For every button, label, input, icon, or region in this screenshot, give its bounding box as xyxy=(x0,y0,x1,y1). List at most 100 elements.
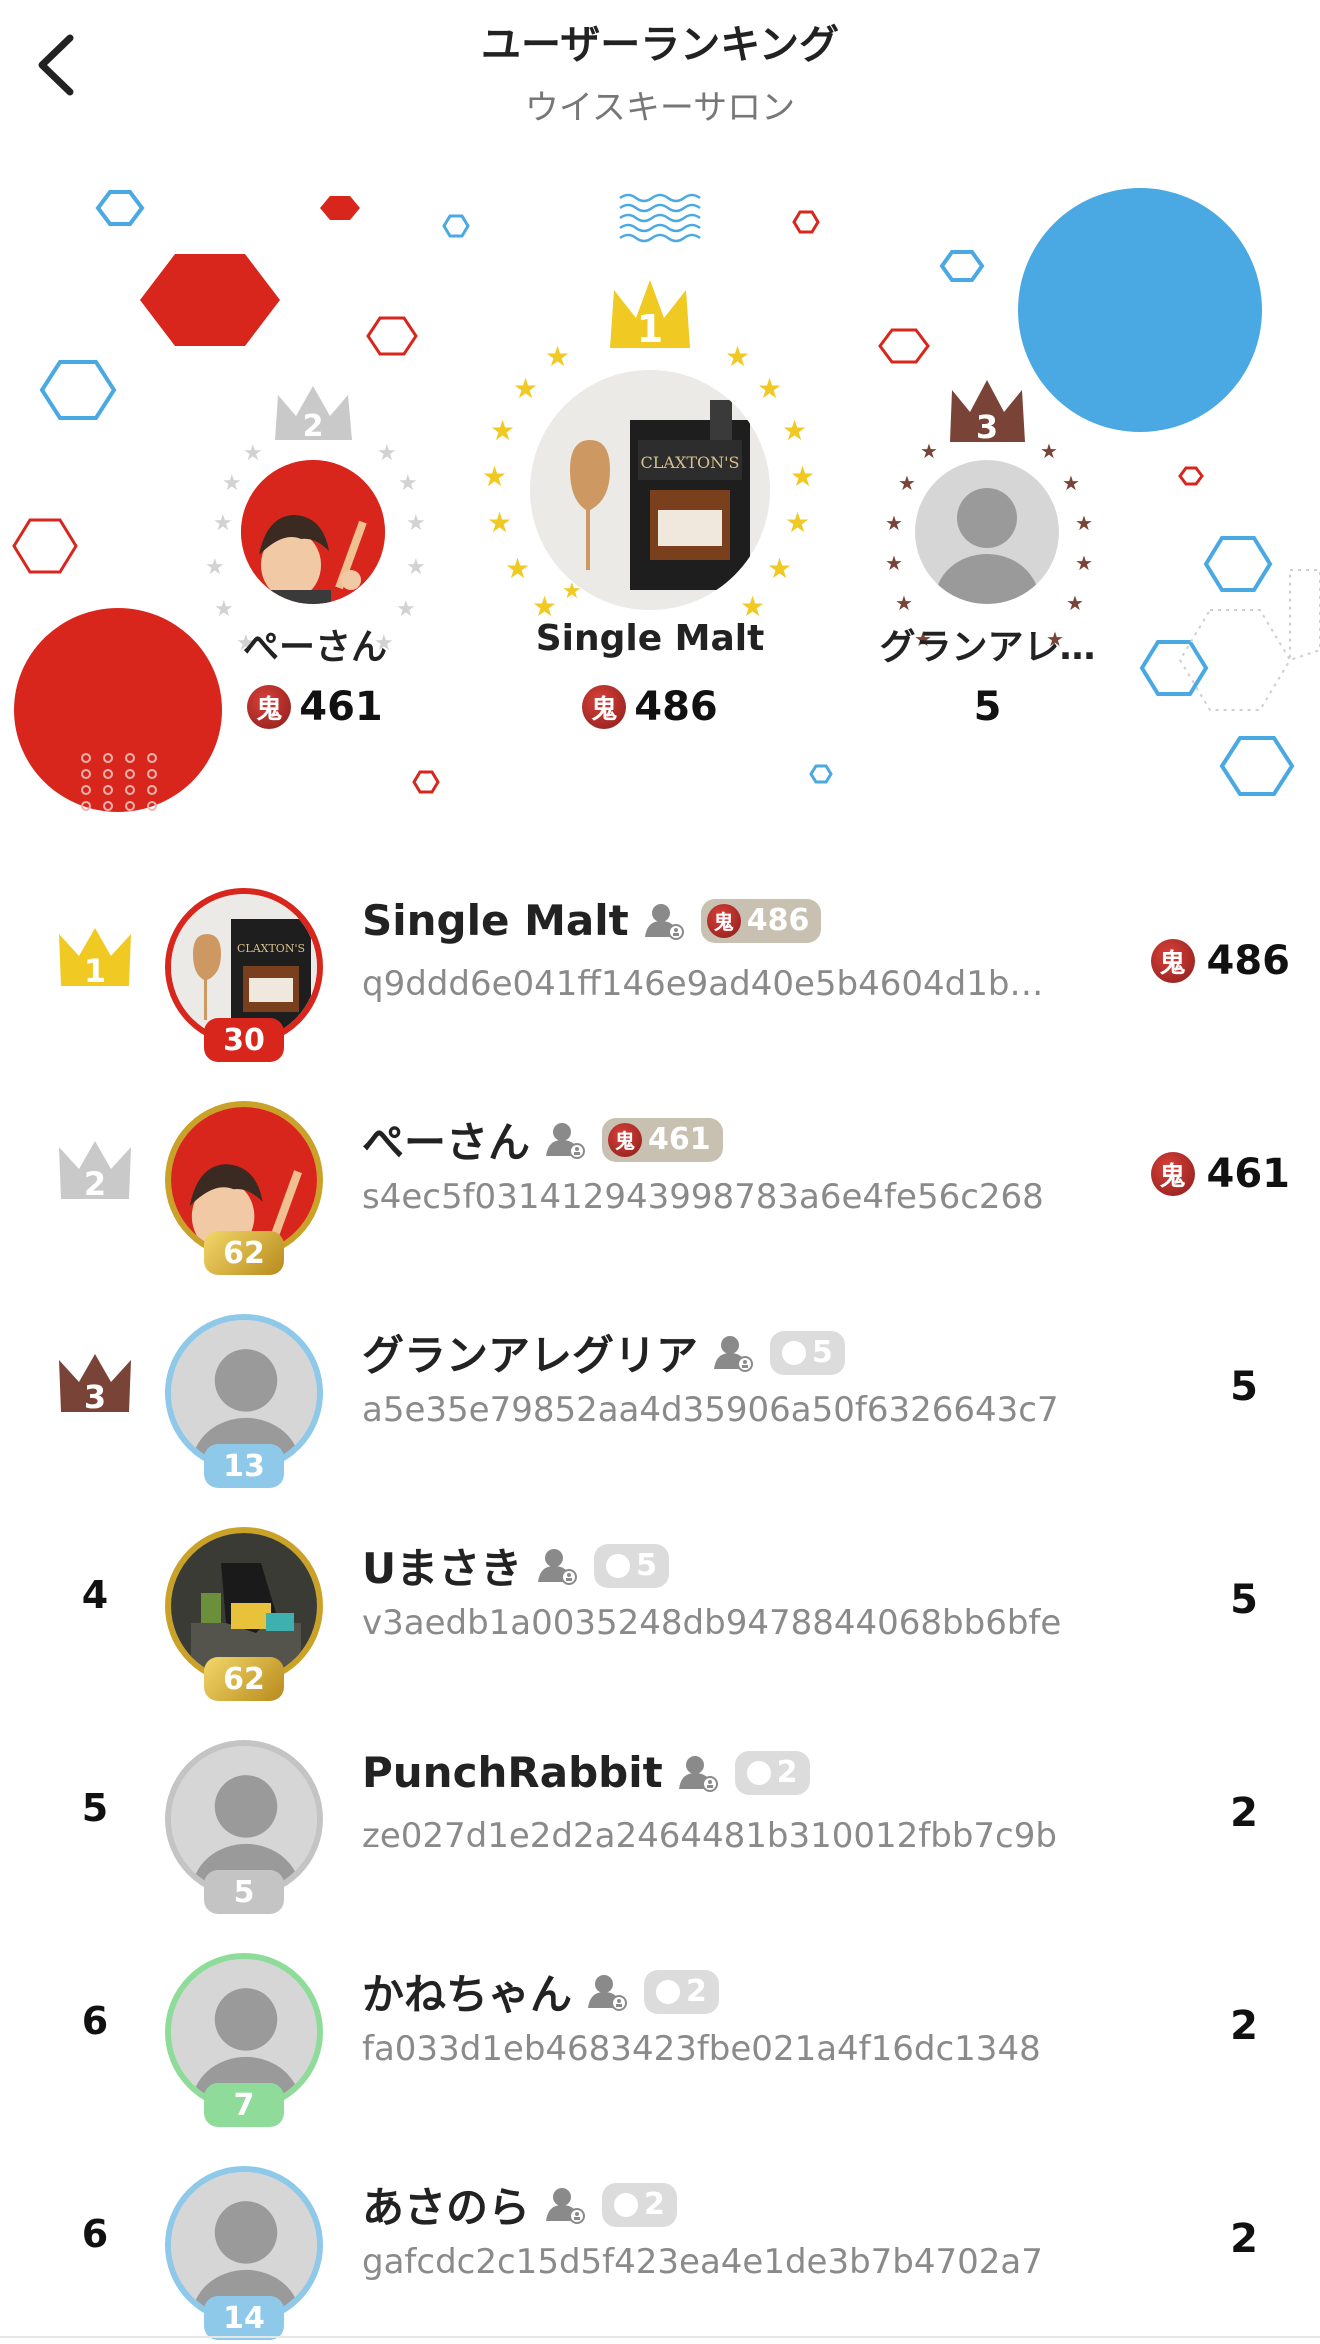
dot-icon xyxy=(782,1340,807,1365)
score-pill: 2 xyxy=(644,1969,719,2014)
oni-badge-icon: 鬼 xyxy=(1150,939,1195,983)
user-follow-icon xyxy=(546,2187,586,2224)
dot-icon xyxy=(656,1979,681,2004)
podium-rank-3: グランアレ… 5 xyxy=(870,150,1105,830)
user-id: v3aedb1a0035248db9478844068bb6bfe xyxy=(362,1603,1062,1643)
user-name[interactable]: Uまさき xyxy=(362,1535,522,1596)
oni-badge-icon: 鬼 xyxy=(1150,1152,1195,1196)
user-id: s4ec5f031412943998783a6e4fe56c268 xyxy=(362,1177,1044,1217)
podium: 2 ★ ★ ★ ★ ★ ★ ★ ★ ★ ★ ★ ★ 1 ★ ★ ★ ★ ★ ★ ★ ★ ★ ★ ★ ★ … xyxy=(0,150,1320,830)
user-follow-icon xyxy=(588,1974,628,2011)
score-value: 2 xyxy=(1230,2003,1258,2049)
score-value: 5 xyxy=(1230,1364,1258,1410)
podium-score-value: 5 xyxy=(973,684,1002,730)
score-pill: 2 xyxy=(602,2182,677,2227)
avatar[interactable]: 5 xyxy=(165,1740,323,1914)
level-badge: 62 xyxy=(204,1231,284,1275)
rank-number: 6 xyxy=(81,1999,109,2043)
score-value: 486 xyxy=(1206,938,1291,984)
user-name[interactable]: グランアレグリア xyxy=(362,1322,698,1383)
rank-number: 2 xyxy=(84,1165,106,1203)
podium-score-value: 486 xyxy=(634,684,718,730)
dot-icon xyxy=(614,2192,639,2217)
avatar[interactable]: CLAXTON'S 30 xyxy=(165,888,323,1062)
rank-number: 1 xyxy=(84,952,106,990)
rank-number: 4 xyxy=(81,1573,109,1617)
level-badge: 13 xyxy=(204,1444,284,1488)
ranking-row[interactable]: 6 14 あさのら 2 gafcdc2c15d5f423ea4e1de3b7b4702a… xyxy=(0,2140,1320,2344)
user-name-line: PunchRabbit 2 xyxy=(362,1748,810,1797)
user-name[interactable]: あさのら xyxy=(362,2174,530,2235)
podium-name: ぺーさん xyxy=(242,627,387,668)
user-name-line: あさのら 2 xyxy=(362,2174,677,2235)
score: 鬼 461 xyxy=(1150,1151,1291,1197)
score-pill: 5 xyxy=(770,1330,845,1375)
user-id: gafcdc2c15d5f423ea4e1de3b7b4702a7 xyxy=(362,2242,1043,2282)
podium-name: Single Malt xyxy=(535,618,765,659)
silver-crown-icon: 2 xyxy=(59,1141,131,1203)
ranking-row[interactable]: 6 7 かねちゃん 2 fa033d1eb4683423fbe021a4f16dc134… xyxy=(0,1927,1320,2140)
user-name-line: かねちゃん 2 xyxy=(362,1961,719,2022)
level-badge: 5 xyxy=(204,1870,284,1914)
user-name[interactable]: ぺーさん xyxy=(362,1109,530,1170)
score-pill: 鬼 461 xyxy=(602,1117,723,1162)
page-title: ユーザーランキング xyxy=(481,22,839,68)
user-follow-icon xyxy=(714,1335,754,1372)
score-value: 2 xyxy=(1230,1790,1258,1836)
level-badge: 14 xyxy=(204,2296,284,2340)
score: 鬼 486 xyxy=(1150,938,1291,984)
score: 5 xyxy=(1230,1364,1258,1410)
ranking-row[interactable]: 5 5 PunchRabbit 2 ze027d1e2d2a2464481b310012… xyxy=(0,1714,1320,1927)
page-subtitle: ウイスキーサロン xyxy=(524,88,796,128)
header: ユーザーランキング ウイスキーサロン xyxy=(0,0,1320,150)
ranking-row[interactable]: 1 CLAXTON'S 30 Single Malt 鬼 486 q9ddd6e041ff1… xyxy=(0,862,1320,1075)
avatar[interactable]: 7 xyxy=(165,1953,323,2127)
user-id: q9ddd6e041ff146e9ad40e5b4604d1b… xyxy=(362,964,1044,1004)
avatar[interactable]: 62 xyxy=(165,1527,323,1701)
user-id: fa033d1eb4683423fbe021a4f16dc1348 xyxy=(362,2029,1041,2069)
ranking-row[interactable]: 4 62 Uまさき 5 v3aedb1a0035248db9478844068bb6bf… xyxy=(0,1501,1320,1714)
oni-badge-icon: 鬼 xyxy=(247,685,292,729)
podium-score: 鬼 461 xyxy=(200,684,430,730)
user-name-line: Single Malt 鬼 486 xyxy=(362,896,822,945)
user-name-line: Uまさき 5 xyxy=(362,1535,669,1596)
score-pill: 5 xyxy=(594,1543,669,1588)
divider xyxy=(0,2336,1320,2338)
user-name[interactable]: かねちゃん xyxy=(362,1961,572,2022)
score-pill: 2 xyxy=(734,1750,810,1795)
dot-icon xyxy=(746,1760,771,1785)
dot-icon xyxy=(606,1553,631,1578)
user-name[interactable]: Single Malt xyxy=(362,896,629,945)
score: 5 xyxy=(1230,1577,1258,1623)
ranking-row[interactable]: 2 62 ぺーさん鬼 461 s4ec5f031412943998783a6e4fe56… xyxy=(0,1075,1320,1288)
level-badge: 30 xyxy=(204,1018,284,1062)
gold-crown-icon: 1 xyxy=(59,928,131,990)
ranking-row[interactable]: 3 13 グランアレグリア 5 a5e35e79852aa4d35906a50f6326… xyxy=(0,1288,1320,1501)
score-value: 461 xyxy=(1206,1151,1291,1197)
rank-number: 5 xyxy=(81,1786,109,1830)
podium-name: グランアレ… xyxy=(879,627,1096,668)
score: 2 xyxy=(1230,2003,1258,2049)
score-pill: 鬼 486 xyxy=(700,898,822,943)
oni-badge-icon: 鬼 xyxy=(706,903,741,938)
avatar[interactable]: 13 xyxy=(165,1314,323,1488)
user-name[interactable]: PunchRabbit xyxy=(362,1748,663,1797)
user-id: a5e35e79852aa4d35906a50f6326643c7 xyxy=(362,1390,1059,1430)
rank-number: 6 xyxy=(81,2212,109,2256)
podium-rank-1: Single Malt 鬼 486 xyxy=(500,150,800,830)
bronze-crown-icon: 3 xyxy=(59,1354,131,1416)
svg-text:CLAXTON'S: CLAXTON'S xyxy=(237,942,305,955)
level-badge: 7 xyxy=(204,2083,284,2127)
score-value: 5 xyxy=(1230,1577,1258,1623)
avatar[interactable]: 62 xyxy=(165,1101,323,1275)
podium-rank-2: ぺーさん 鬼 461 xyxy=(200,150,430,830)
score: 2 xyxy=(1230,1790,1258,1836)
podium-score: 鬼 486 xyxy=(500,684,800,730)
oni-badge-icon: 鬼 xyxy=(582,685,627,729)
user-name-line: ぺーさん 鬼 461 xyxy=(362,1109,723,1170)
user-follow-icon xyxy=(644,903,684,940)
podium-score: 5 xyxy=(870,684,1105,730)
score-value: 2 xyxy=(1230,2216,1258,2262)
user-follow-icon xyxy=(538,1548,578,1585)
avatar[interactable]: 14 xyxy=(165,2166,323,2340)
